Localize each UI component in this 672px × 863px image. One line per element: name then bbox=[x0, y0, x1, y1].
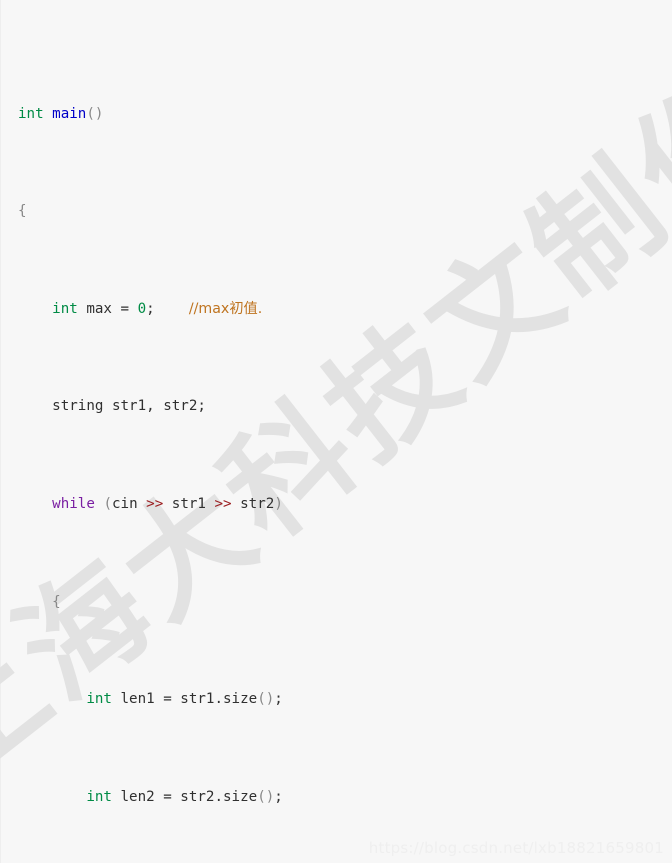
code-line: int len2 = str2.size(); bbox=[86, 788, 283, 805]
code-screenshot: 上海大科技文制作 int main() { int max = 0; //max… bbox=[0, 0, 672, 863]
code-line: int max = 0; //max初值. bbox=[52, 300, 263, 317]
code-line: { bbox=[18, 203, 27, 220]
code-line: { bbox=[52, 593, 61, 610]
code-line: string str1, str2; bbox=[18, 398, 206, 415]
code-block[interactable]: int main() { int max = 0; //max初值. strin… bbox=[0, 0, 672, 863]
code-line: while (cin >> str1 >> str2) bbox=[52, 496, 283, 513]
code-line: int main() bbox=[18, 105, 104, 122]
code-line: int len1 = str1.size(); bbox=[86, 691, 283, 708]
